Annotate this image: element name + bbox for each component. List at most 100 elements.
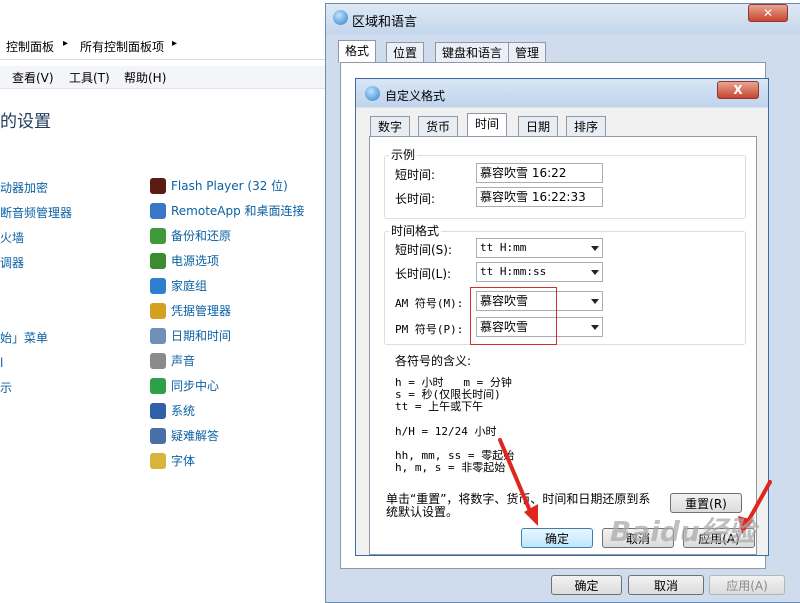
- chevron-right-icon: ▸: [63, 38, 69, 49]
- control-panel-item-system[interactable]: 系统: [150, 401, 196, 421]
- long-time-example-value: 慕容吹雪 16:22:33: [476, 187, 603, 207]
- short-time-example-label: 短时间:: [395, 168, 436, 182]
- chevron-right-icon: ▸: [172, 38, 178, 49]
- control-panel-item-remoteapp[interactable]: RemoteApp 和桌面连接: [150, 201, 305, 221]
- short-time-example-value: 慕容吹雪 16:22: [476, 163, 603, 183]
- list-item[interactable]: 始」菜单: [0, 326, 72, 351]
- chevron-down-icon: [591, 270, 599, 275]
- tab-formats[interactable]: 格式: [338, 40, 377, 63]
- item-label: Flash Player (32 位): [171, 179, 288, 193]
- list-item[interactable]: 调器: [0, 251, 72, 276]
- short-time-format-select[interactable]: tt H:mm: [476, 238, 603, 258]
- list-item[interactable]: 火墙: [0, 226, 72, 251]
- close-button[interactable]: ✕: [748, 4, 788, 22]
- control-panel-item-flash[interactable]: Flash Player (32 位): [150, 176, 288, 196]
- item-label: 同步中心: [171, 379, 220, 393]
- pm-symbol-label: PM 符号(P):: [395, 323, 464, 336]
- list-item[interactable]: 示: [0, 376, 72, 401]
- sound-icon: [150, 353, 166, 369]
- long-time-format-select[interactable]: tt H:mm:ss: [476, 262, 603, 282]
- watermark-logo: Baidu经验: [610, 515, 756, 548]
- control-panel-item-datetime[interactable]: 日期和时间: [150, 326, 232, 346]
- item-label: 家庭组: [171, 279, 208, 293]
- tab-administrative[interactable]: 管理: [508, 42, 547, 63]
- tab-location[interactable]: 位置: [386, 42, 425, 63]
- format-tab-strip: 数字 货币 时间 日期 排序: [370, 113, 750, 137]
- chevron-down-icon: [591, 325, 599, 330]
- item-label: 系统: [171, 404, 196, 418]
- region-ok-button[interactable]: 确定: [551, 575, 622, 595]
- select-value: tt H:mm:ss: [480, 265, 547, 278]
- item-label: 字体: [171, 454, 196, 468]
- list-item: [0, 276, 72, 301]
- system-icon: [150, 403, 166, 419]
- chevron-down-icon: [591, 299, 599, 304]
- flash-icon: [150, 178, 166, 194]
- tab-currency[interactable]: 货币: [418, 116, 459, 137]
- control-panel-item-fonts[interactable]: 字体: [150, 451, 196, 471]
- select-value: tt H:mm: [480, 241, 527, 254]
- dialog-title: 自定义格式: [385, 89, 446, 103]
- menu-help[interactable]: 帮助(H): [124, 69, 166, 86]
- list-item[interactable]: l: [0, 351, 72, 376]
- help-line: s = 秒(仅限长时间): [395, 388, 501, 401]
- left-item-list: 动器加密 断音频管理器 火墙 调器 始」菜单 l 示: [0, 176, 72, 401]
- globe-icon: [365, 86, 380, 101]
- region-tab-strip: 格式 位置 键盘和语言 管理: [338, 40, 758, 63]
- item-label: 声音: [171, 354, 196, 368]
- time-format-group-label: 时间格式: [389, 222, 442, 239]
- datetime-icon: [150, 328, 166, 344]
- region-apply-button[interactable]: 应用(A): [709, 575, 785, 595]
- menu-tools[interactable]: 工具(T): [69, 69, 110, 86]
- font-icon: [150, 453, 166, 469]
- highlight-box: [470, 287, 557, 345]
- region-cancel-button[interactable]: 取消: [628, 575, 704, 595]
- item-label: 疑难解答: [171, 429, 220, 443]
- globe-icon: [333, 10, 348, 25]
- credential-icon: [150, 303, 166, 319]
- help-line: h = 小时 m = 分钟: [395, 376, 512, 389]
- tab-sorting[interactable]: 排序: [566, 116, 607, 137]
- long-time-example-label: 长时间:: [395, 192, 436, 206]
- menu-view[interactable]: 查看(V): [12, 69, 54, 86]
- item-label: 备份和还原: [171, 229, 232, 243]
- list-item[interactable]: 动器加密: [0, 176, 72, 201]
- am-symbol-label: AM 符号(M):: [395, 297, 464, 310]
- sync-icon: [150, 378, 166, 394]
- power-icon: [150, 253, 166, 269]
- address-bar[interactable]: 控制面板 ▸ 所有控制面板项 ▸: [0, 33, 326, 60]
- example-group-label: 示例: [389, 146, 418, 163]
- tab-numbers[interactable]: 数字: [370, 116, 411, 137]
- close-button[interactable]: X: [717, 81, 759, 99]
- chevron-down-icon: [591, 246, 599, 251]
- tab-keyboards[interactable]: 键盘和语言: [435, 42, 510, 63]
- troubleshoot-icon: [150, 428, 166, 444]
- control-panel-item-troubleshoot[interactable]: 疑难解答: [150, 426, 220, 446]
- remoteapp-icon: [150, 203, 166, 219]
- menu-bar: 查看(V) 工具(T) 帮助(H): [0, 66, 326, 89]
- control-panel-item-backup[interactable]: 备份和还原: [150, 226, 232, 246]
- short-time-label: 短时间(S):: [395, 243, 453, 257]
- item-label: RemoteApp 和桌面连接: [171, 204, 305, 218]
- breadcrumb-item[interactable]: 控制面板: [6, 38, 54, 55]
- item-label: 电源选项: [171, 254, 220, 268]
- backup-icon: [150, 228, 166, 244]
- dialog-title: 区域和语言: [352, 15, 418, 30]
- arrow-to-ok-icon: [498, 438, 538, 526]
- homegroup-icon: [150, 278, 166, 294]
- item-label: 日期和时间: [171, 329, 232, 343]
- symbols-heading: 各符号的含义:: [395, 354, 472, 368]
- control-panel-item-sound[interactable]: 声音: [150, 351, 196, 371]
- long-time-label: 长时间(L):: [395, 267, 452, 281]
- breadcrumb-item[interactable]: 所有控制面板项: [80, 38, 164, 55]
- control-panel-item-homegroup[interactable]: 家庭组: [150, 276, 208, 296]
- item-label: 凭据管理器: [171, 304, 232, 318]
- control-panel-item-credential[interactable]: 凭据管理器: [150, 301, 232, 321]
- tab-date[interactable]: 日期: [518, 116, 559, 137]
- tab-time[interactable]: 时间: [467, 113, 508, 137]
- control-panel-item-power[interactable]: 电源选项: [150, 251, 220, 271]
- list-item: [0, 301, 72, 326]
- control-panel-item-sync[interactable]: 同步中心: [150, 376, 220, 396]
- page-title: 的设置: [0, 112, 51, 132]
- list-item[interactable]: 断音频管理器: [0, 201, 72, 226]
